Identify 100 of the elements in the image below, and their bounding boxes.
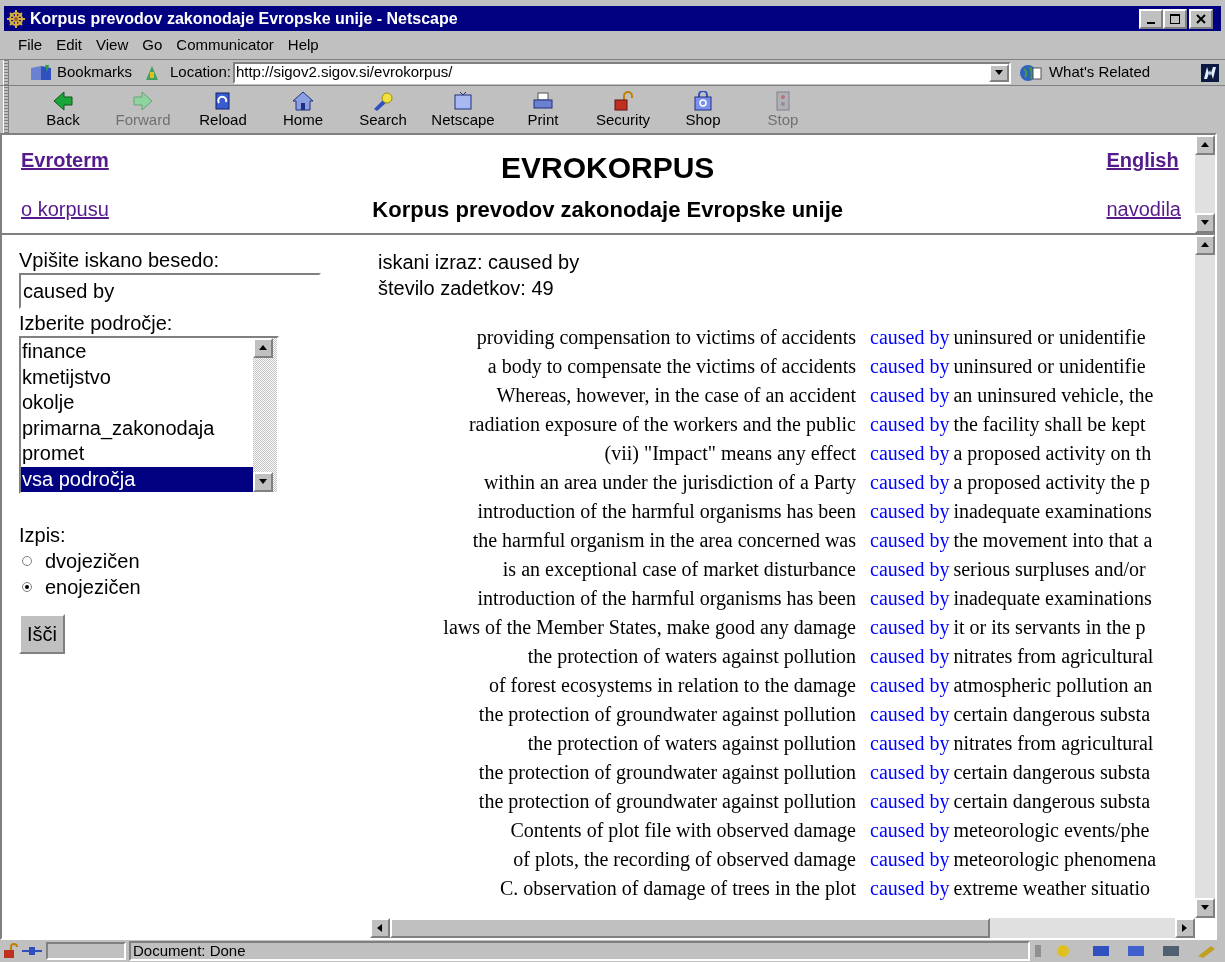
menu-item[interactable]: View (90, 33, 135, 57)
house-icon (292, 90, 314, 111)
toolbar-button[interactable]: Search (343, 86, 423, 133)
about-link[interactable]: o korpusu (21, 194, 109, 224)
printer-icon (532, 90, 554, 111)
left-context: the harmful organism in the area concerned was (471, 527, 856, 554)
menu-item[interactable]: Edit (50, 33, 89, 57)
area-listbox[interactable]: finance kmetijstvo okolje primarna_zakonodaja promet vsa področja (19, 336, 279, 494)
scroll-up-button[interactable] (1195, 235, 1215, 255)
list-item[interactable]: okolje (21, 390, 253, 416)
right-context: it or its servants in the p (953, 614, 1146, 641)
english-link[interactable]: English (1106, 145, 1181, 175)
right-context: uninsured or unidentifie (953, 353, 1146, 379)
evroterm-link[interactable]: Evroterm (21, 145, 109, 175)
instructions-link[interactable]: navodila (1106, 194, 1181, 224)
left-context: of plots, the recording of observed damage (512, 846, 856, 873)
match-text: caused by (870, 411, 950, 438)
match-text: caused by (870, 875, 950, 902)
bookmarks-button[interactable]: Bookmarks (57, 61, 133, 84)
radio-label: enojezičen (45, 575, 141, 600)
left-context: radiation exposure of the workers and the public (467, 411, 856, 438)
match-text: caused by (870, 614, 950, 641)
list-item[interactable]: vsa področja (21, 466, 253, 492)
match-text: caused by (870, 382, 950, 409)
toolbar-button[interactable]: Security (583, 86, 663, 133)
menu-item[interactable]: Go (136, 33, 169, 57)
dropdown-button[interactable] (988, 63, 1009, 82)
list-item[interactable]: kmetijstvo (21, 364, 253, 390)
match-text: caused by (870, 440, 950, 467)
page-title: EVROKORPUS (500, 149, 715, 186)
radio-button[interactable] (22, 556, 32, 566)
list-item[interactable]: primarna_zakonodaja (21, 415, 253, 441)
list-item[interactable]: promet (21, 441, 253, 467)
url-field[interactable]: http://sigov2.sigov.si/evrokorpus/ (232, 61, 1011, 84)
bookmark-icon (29, 63, 53, 82)
ship-wheel-icon (6, 8, 26, 29)
maximize-button[interactable] (1163, 8, 1187, 29)
left-context: C. observation of damage of trees in the plot (499, 875, 856, 902)
right-context: atmospheric pollution an (953, 672, 1153, 699)
minimize-button[interactable] (1139, 8, 1163, 29)
menu-item[interactable]: File (12, 33, 49, 57)
scroll-up-button[interactable] (1195, 135, 1215, 155)
match-text: caused by (870, 672, 950, 699)
right-context: inadequate examinations (953, 498, 1152, 525)
page-subtitle: Korpus prevodov zakonodaje Evropske unije (372, 195, 843, 224)
right-arrow-icon (132, 90, 154, 111)
match-text: caused by (870, 730, 950, 757)
toolbar-grip[interactable] (3, 86, 9, 133)
query-info: iskani izraz: caused by (377, 250, 581, 275)
scroll-up-button[interactable] (253, 338, 273, 358)
scroll-down-button[interactable] (1195, 898, 1215, 918)
right-context: an uninsured vehicle, the (953, 382, 1154, 408)
left-triangle-icon (375, 923, 385, 933)
toolbar-grip[interactable] (3, 60, 9, 85)
right-context: extreme weather situatio (953, 875, 1150, 901)
right-context: the movement into that a (953, 527, 1153, 553)
whats-related-button[interactable]: What's Related (1048, 61, 1151, 84)
left-context: the protection of groundwater against pollution (477, 701, 856, 728)
match-text: caused by (870, 556, 950, 583)
logo-icon (1201, 63, 1219, 82)
match-text: caused by (870, 353, 950, 380)
status-text: Document: Done (129, 941, 1030, 961)
scroll-thumb[interactable] (390, 918, 990, 938)
left-context: the protection of groundwater against pollution (477, 759, 856, 786)
toolbar-button[interactable]: Back (23, 86, 103, 133)
window-title: Korpus prevodov zakonodaje Evropske unije - Netscape (30, 8, 458, 29)
globe-icon (1018, 62, 1043, 83)
query-label: Vpišite iskano besedo: (19, 248, 220, 273)
scroll-down-button[interactable] (1195, 213, 1215, 233)
toolbar-button[interactable]: Home (263, 86, 343, 133)
monitor-icon (452, 90, 474, 111)
menu-item[interactable]: Communicator (170, 33, 280, 57)
vertical-scrollbar[interactable] (1195, 135, 1215, 233)
toolbar-button[interactable]: Reload (183, 86, 263, 133)
list-scrollbar[interactable] (253, 338, 277, 492)
scroll-down-button[interactable] (253, 472, 273, 492)
close-button[interactable] (1189, 8, 1213, 29)
hit-count: število zadetkov: 49 (377, 276, 555, 301)
toolbar-button[interactable]: Shop (663, 86, 743, 133)
list-item[interactable]: finance (21, 339, 253, 365)
search-field[interactable]: caused by (19, 273, 321, 309)
horizontal-scrollbar[interactable] (370, 918, 1195, 938)
scroll-left-button[interactable] (370, 918, 390, 938)
maximize-icon (1169, 12, 1181, 25)
submit-button[interactable]: Išči (19, 614, 65, 654)
match-text: caused by (870, 701, 950, 728)
left-context: is an exceptional case of market disturbance (501, 556, 856, 583)
minimize-icon (1147, 22, 1155, 24)
toolbar-button[interactable]: Print (503, 86, 583, 133)
scroll-right-button[interactable] (1175, 918, 1195, 938)
radio-button[interactable] (22, 582, 32, 592)
left-context: the protection of groundwater against pollution (477, 788, 856, 815)
left-context: laws of the Member States, make good any damage (442, 614, 856, 641)
left-context: Contents of plot file with observed damage (509, 817, 856, 844)
left-context: the protection of waters against pollution (526, 643, 856, 670)
right-context: inadequate examinations (953, 585, 1152, 612)
vertical-scrollbar[interactable] (1195, 235, 1215, 918)
match-text: caused by (870, 585, 950, 612)
toolbar-button[interactable]: Netscape (423, 86, 503, 133)
menu-item[interactable]: Help (281, 33, 325, 57)
